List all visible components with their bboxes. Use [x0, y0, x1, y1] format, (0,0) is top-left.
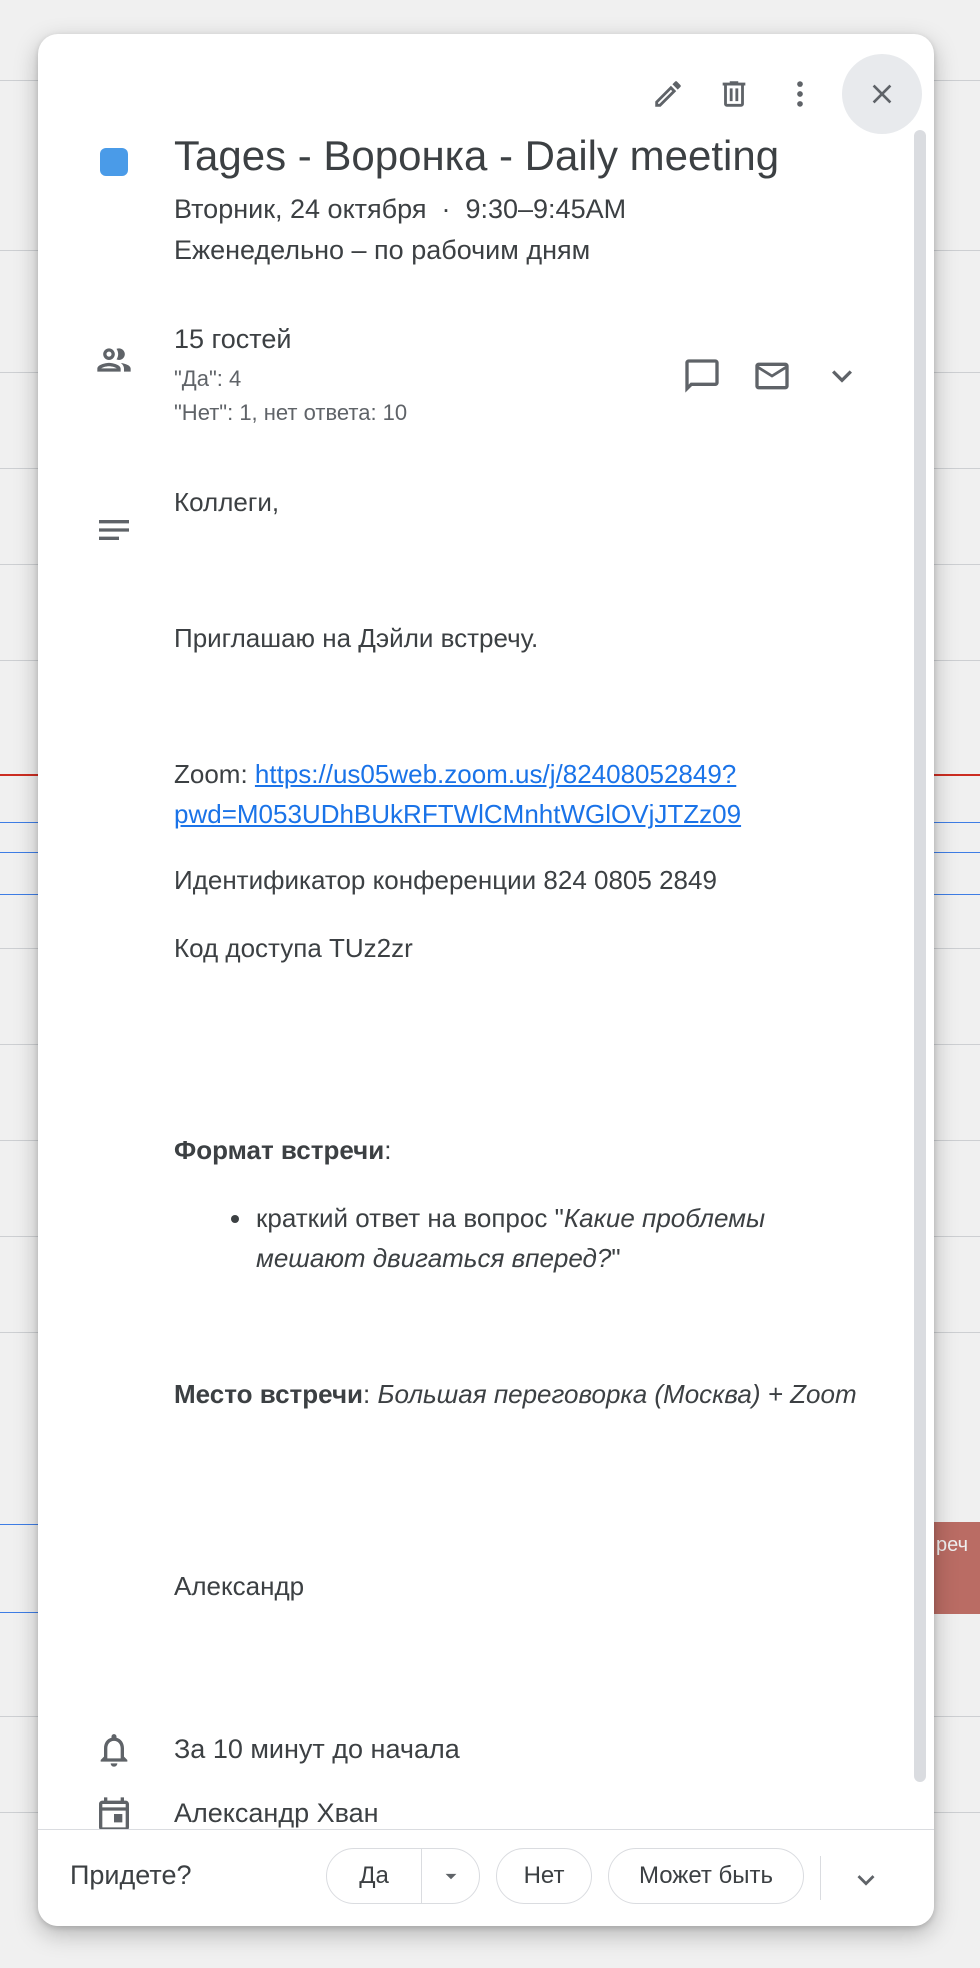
- desc-format-item: краткий ответ на вопрос "Какие проблемы …: [254, 1198, 864, 1278]
- desc-conf-id: Идентификатор конференции 824 0805 2849: [174, 865, 717, 895]
- scrollbar[interactable]: [914, 130, 926, 1782]
- email-guests-button[interactable]: [748, 352, 796, 400]
- dialog-toolbar: [644, 44, 922, 144]
- caret-down-icon: [445, 1873, 456, 1880]
- guests-yes-count: "Да": 4: [174, 366, 242, 391]
- guests-count[interactable]: 15 гостей: [174, 324, 291, 355]
- edit-button[interactable]: [644, 70, 692, 118]
- chevron-down-icon: [832, 370, 852, 383]
- people-icon: [94, 340, 134, 380]
- desc-format: Формат встречи:: [174, 1135, 392, 1165]
- chat-icon: [685, 359, 719, 393]
- desc-place: Место встречи: Большая переговорка (Моск…: [174, 1379, 857, 1409]
- close-button[interactable]: [842, 54, 922, 134]
- rsvp-question: Придете?: [70, 1860, 192, 1890]
- expand-guests-button[interactable]: [818, 352, 866, 400]
- chat-guests-button[interactable]: [678, 352, 726, 400]
- desc-zoom: Zoom: https://us05web.zoom.us/j/82408052…: [174, 759, 742, 829]
- delete-button[interactable]: [710, 70, 758, 118]
- zoom-link[interactable]: https://us05web.zoom.us/j/82408052849? pw…: [174, 759, 741, 829]
- rsvp-yes-label[interactable]: Да: [327, 1849, 422, 1903]
- desc-access-code: Код доступа TUz2zr: [174, 933, 413, 963]
- event-details-dialog: Tages - Воронка - Daily meeting Вторник,…: [38, 34, 934, 1926]
- rsvp-footer: Придете? Да Нет Может быть: [38, 1829, 934, 1926]
- description-icon: [94, 510, 134, 550]
- event-recurrence: Еженедельно – по рабочим дням: [174, 235, 591, 265]
- mail-icon: [755, 362, 789, 390]
- rsvp-no-button[interactable]: Нет: [496, 1848, 592, 1904]
- rsvp-more-button[interactable]: [838, 1852, 894, 1908]
- event-title: Tages - Воронка - Daily meeting: [174, 132, 780, 179]
- guests-no-count: "Нет": 1, нет ответа: 10: [174, 400, 408, 425]
- trash-icon: [722, 81, 746, 107]
- more-options-button[interactable]: [776, 70, 824, 118]
- rsvp-maybe-button[interactable]: Может быть: [608, 1848, 804, 1904]
- event-description: Коллеги, Приглашаю на Дэйли встречу. Zoo…: [174, 482, 864, 1606]
- desc-format-list: краткий ответ на вопрос "Какие проблемы …: [174, 1198, 864, 1278]
- desc-signature: Александр: [174, 1571, 305, 1601]
- notification-text: За 10 минут до начала: [174, 1734, 460, 1764]
- rsvp-yes-dropdown[interactable]: [422, 1849, 479, 1903]
- rsvp-yes-button[interactable]: Да: [326, 1848, 480, 1904]
- guest-actions: [678, 352, 866, 400]
- calendar-icon: [94, 1794, 134, 1834]
- bell-icon: [94, 1730, 134, 1770]
- event-date-time: Вторник, 24 октября · 9:30–9:45AM: [174, 194, 627, 224]
- organizer-name: Александр Хван: [174, 1798, 379, 1828]
- chevron-down-icon: [857, 1875, 875, 1886]
- desc-invite: Приглашаю на Дэйли встречу.: [174, 623, 539, 653]
- desc-greeting: Коллеги,: [174, 487, 280, 517]
- close-icon: [872, 84, 892, 104]
- footer-divider: [820, 1856, 821, 1900]
- event-color-swatch: [100, 148, 128, 176]
- pencil-icon: [655, 81, 681, 107]
- more-vert-icon: [797, 81, 803, 107]
